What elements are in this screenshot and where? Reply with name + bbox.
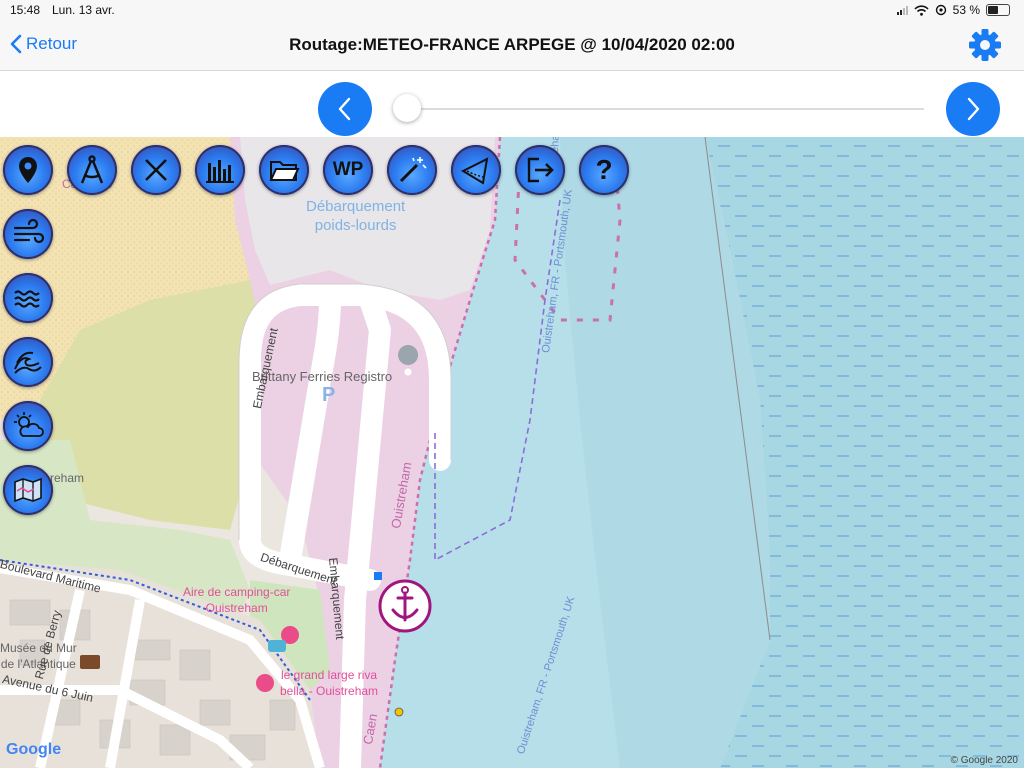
chevron-left-icon: [338, 97, 351, 121]
swell-icon: [14, 351, 42, 374]
time-slider-track[interactable]: [408, 108, 924, 110]
map-canvas[interactable]: [0, 137, 1024, 768]
page-title: Routage:METEO-FRANCE ARPEGE @ 10/04/2020…: [289, 35, 735, 54]
map-view[interactable]: Débarquement poids-lourds Brittany Ferri…: [0, 137, 1024, 768]
waypoint-tool[interactable]: WP: [323, 145, 373, 195]
wind-cone-tool[interactable]: [451, 145, 501, 195]
compass-divider-icon: [80, 155, 104, 184]
label-debarquement-pl: Débarquement poids-lourds: [306, 198, 406, 234]
swell-layer-tool[interactable]: [3, 337, 53, 387]
delete-tool[interactable]: [131, 145, 181, 195]
chart-tool[interactable]: [195, 145, 245, 195]
magic-wand-icon: [399, 157, 427, 183]
bar-chart-icon: [206, 160, 234, 183]
exit-icon: [527, 157, 554, 183]
wifi-icon: [914, 4, 929, 16]
battery-percent: 53 %: [952, 3, 980, 17]
help-icon: ?: [595, 154, 613, 185]
status-date: Lun. 13 avr.: [52, 3, 115, 17]
timeline-bar: [0, 71, 1024, 137]
compass-divider-tool[interactable]: [67, 145, 117, 195]
help-tool[interactable]: ?: [579, 145, 629, 195]
wind-layer-tool[interactable]: [3, 209, 53, 259]
map-icon: [14, 477, 42, 503]
map-layer-tool[interactable]: [3, 465, 53, 515]
gear-icon[interactable]: [968, 28, 1002, 62]
open-folder-tool[interactable]: [259, 145, 309, 195]
label-reham: reham: [50, 471, 85, 485]
label-parking: P: [322, 384, 336, 406]
label-camping: Aire de camping-car Ouistreham: [183, 585, 291, 615]
map-pin-tool[interactable]: [3, 145, 53, 195]
status-bar: 15:48 Lun. 13 avr. 53 %: [0, 0, 1024, 20]
close-x-icon: [145, 159, 167, 181]
exit-tool[interactable]: [515, 145, 565, 195]
weather-layer-tool[interactable]: [3, 401, 53, 451]
nav-bar: Retour Routage:METEO-FRANCE ARPEGE @ 10/…: [0, 20, 1024, 71]
folder-icon: [269, 161, 300, 181]
waypoint-label: WP: [332, 159, 364, 180]
wind-cone-icon: [460, 157, 489, 185]
google-logo: Google: [6, 741, 62, 758]
orientation-lock-icon: [935, 4, 946, 16]
chevron-right-icon: [967, 97, 980, 121]
status-time: 15:48: [10, 3, 41, 17]
waves-layer-tool[interactable]: [3, 273, 53, 323]
map-pin-icon: [19, 157, 37, 183]
waves-icon: [14, 290, 40, 308]
wind-icon: [13, 218, 45, 244]
map-copyright: © Google 2020: [950, 755, 1018, 766]
label-grand-large: le grand large riva bella - Ouistreham: [280, 668, 379, 698]
next-time-button[interactable]: [946, 82, 1000, 136]
magic-wand-tool[interactable]: [387, 145, 437, 195]
status-indicators: 53 %: [896, 3, 1010, 17]
label-brittany: Brittany Ferries Registro: [252, 369, 393, 384]
battery-icon: [986, 4, 1010, 16]
previous-time-button[interactable]: [318, 82, 372, 136]
time-slider-thumb[interactable]: [393, 94, 421, 122]
sun-cloud-icon: [14, 412, 44, 437]
signal-icon: [896, 5, 908, 15]
